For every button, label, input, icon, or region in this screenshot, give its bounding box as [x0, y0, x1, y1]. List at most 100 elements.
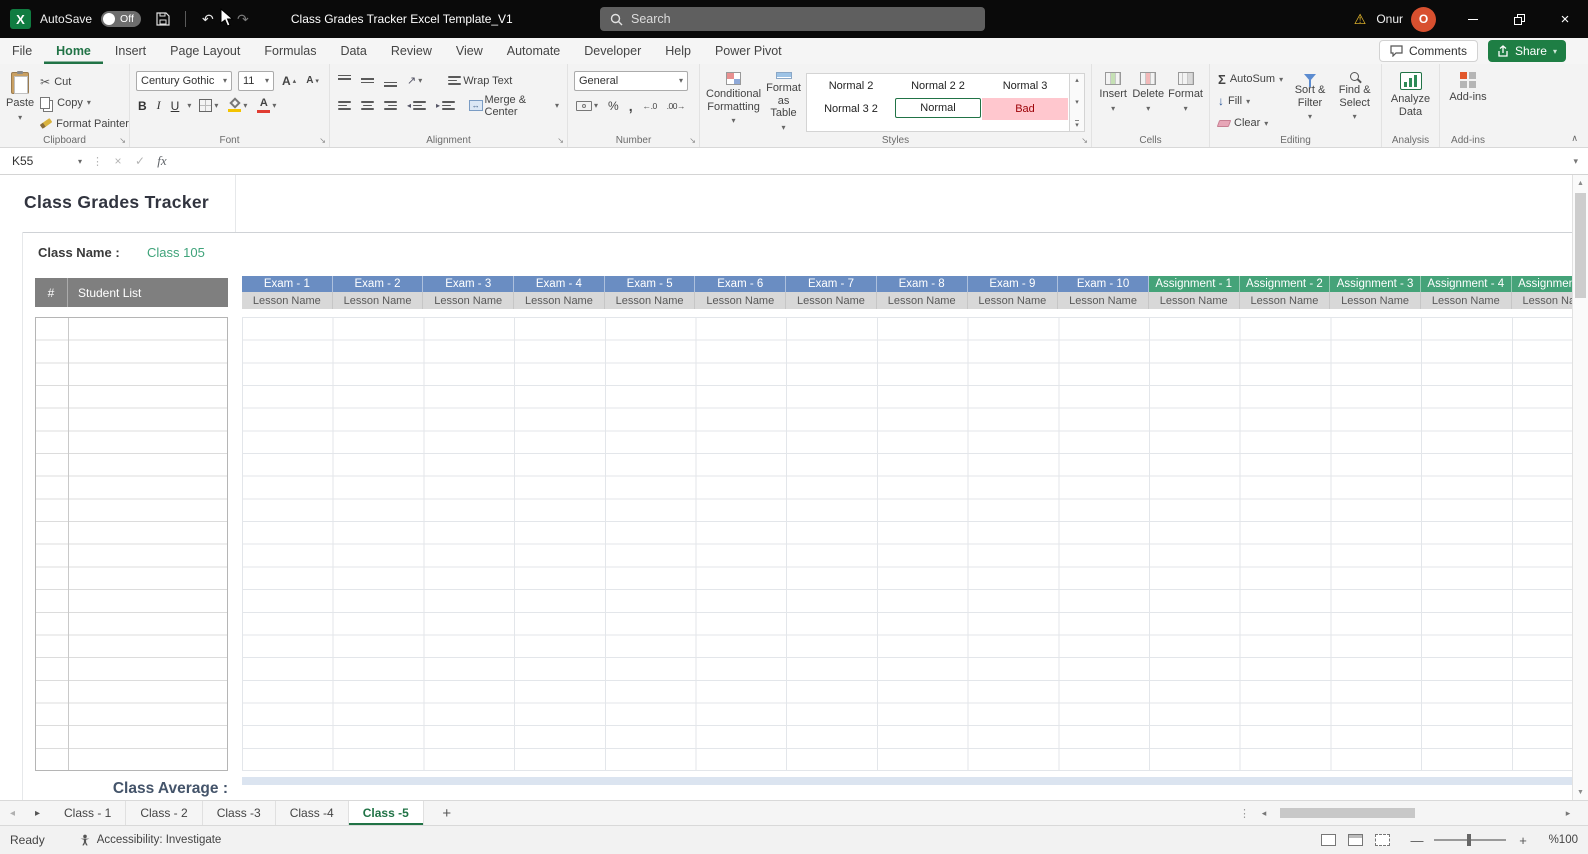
ribbon-tab-view[interactable]: View: [444, 38, 495, 64]
new-sheet-button[interactable]: +: [436, 805, 458, 822]
format-as-table-button[interactable]: Format as Table ▾: [765, 68, 802, 132]
increase-indent-button[interactable]: ▸: [434, 98, 457, 113]
zoom-in-button[interactable]: +: [1516, 833, 1530, 848]
autosave-toggle[interactable]: Off: [101, 11, 141, 27]
align-center-button[interactable]: [359, 98, 376, 113]
styles-dialog-launcher[interactable]: ↘: [1081, 136, 1088, 145]
scroll-up-icon[interactable]: ▲: [1573, 175, 1588, 191]
style-bad[interactable]: Bad: [982, 98, 1068, 120]
horizontal-scrollbar-thumb[interactable]: [1280, 808, 1415, 818]
decrease-decimal-button[interactable]: .00→: [665, 100, 687, 112]
align-middle-button[interactable]: [359, 74, 376, 88]
exam-header[interactable]: Exam - 7: [786, 276, 877, 292]
italic-button[interactable]: I: [155, 97, 163, 114]
increase-decimal-button[interactable]: ←.0: [641, 100, 659, 112]
underline-button[interactable]: U: [169, 98, 182, 114]
student-list-grid[interactable]: [35, 317, 228, 771]
search-box[interactable]: Search: [600, 7, 985, 31]
borders-button[interactable]: ▾: [197, 98, 220, 113]
comma-style-button[interactable]: ,: [627, 97, 635, 115]
lesson-name-cell[interactable]: Lesson Name: [333, 292, 424, 309]
format-cells-button[interactable]: Format ▾: [1168, 68, 1203, 132]
zoom-level[interactable]: %100: [1540, 834, 1578, 846]
enter-button[interactable]: ✓: [129, 154, 151, 168]
sheet-tab-class-1[interactable]: Class - 1: [50, 801, 126, 825]
formula-bar-splitter[interactable]: ⋮: [88, 155, 107, 168]
assignment-header[interactable]: Assignment - 4: [1421, 276, 1512, 292]
assignment-header[interactable]: Assignment - 5: [1512, 276, 1572, 292]
font-dialog-launcher[interactable]: ↘: [319, 136, 326, 145]
exam-header[interactable]: Exam - 5: [605, 276, 696, 292]
page-layout-view-icon[interactable]: [1348, 834, 1363, 846]
underline-dropdown-icon[interactable]: ▾: [187, 101, 191, 110]
lesson-name-cell[interactable]: Lesson Name: [242, 292, 333, 309]
lesson-name-cell[interactable]: Lesson Name: [695, 292, 786, 309]
student-list-header[interactable]: # Student List: [35, 278, 228, 307]
lesson-name-cell[interactable]: Lesson Name: [968, 292, 1059, 309]
lesson-name-cell[interactable]: Lesson Name: [1330, 292, 1421, 309]
cut-button[interactable]: ✂Cut: [38, 73, 131, 90]
warning-icon[interactable]: ⚠: [1354, 11, 1367, 28]
exam-header[interactable]: Exam - 8: [877, 276, 968, 292]
page-break-view-icon[interactable]: [1375, 834, 1390, 846]
maximize-button[interactable]: [1496, 0, 1542, 38]
lesson-name-cell[interactable]: Lesson Name: [1240, 292, 1331, 309]
exam-header[interactable]: Exam - 1: [242, 276, 333, 292]
class-average-row[interactable]: [242, 777, 1572, 785]
lesson-name-cell[interactable]: Lesson Name: [423, 292, 514, 309]
increase-font-size-button[interactable]: A▴: [280, 74, 298, 88]
percent-style-button[interactable]: %: [606, 98, 621, 114]
horizontal-scrollbar[interactable]: ◂ ▸: [1256, 807, 1576, 819]
fill-button[interactable]: ↓Fill▾: [1216, 92, 1286, 110]
scroll-down-icon[interactable]: ▼: [1573, 784, 1588, 800]
ribbon-tab-developer[interactable]: Developer: [572, 38, 653, 64]
lesson-name-cell[interactable]: Lesson Name: [1058, 292, 1149, 309]
alignment-dialog-launcher[interactable]: ↘: [557, 136, 564, 145]
zoom-slider[interactable]: [1434, 839, 1506, 841]
scroll-left-icon[interactable]: ◂: [1256, 808, 1272, 819]
ribbon-tab-automate[interactable]: Automate: [495, 38, 573, 64]
lesson-name-cell[interactable]: Lesson Name: [877, 292, 968, 309]
gallery-expand-icon[interactable]: ▾: [1075, 120, 1079, 129]
lesson-name-cell[interactable]: Lesson Name: [1421, 292, 1512, 309]
autosum-button[interactable]: ΣAutoSum▾: [1216, 70, 1286, 88]
tab-scrollbar-splitter[interactable]: ⋮: [1233, 807, 1256, 820]
font-name-select[interactable]: Century Gothic▾: [136, 71, 232, 91]
delete-cells-button[interactable]: Delete ▾: [1132, 68, 1164, 132]
ribbon-tab-review[interactable]: Review: [379, 38, 444, 64]
ribbon-tab-page-layout[interactable]: Page Layout: [158, 38, 252, 64]
vertical-scrollbar[interactable]: ▲ ▼: [1572, 175, 1588, 800]
paste-button[interactable]: Paste ▾: [6, 68, 34, 132]
font-color-button[interactable]: A ▾: [255, 97, 278, 115]
share-dropdown-icon[interactable]: ▾: [1553, 47, 1557, 56]
exam-header[interactable]: Exam - 2: [333, 276, 424, 292]
style-normal[interactable]: Normal: [895, 98, 981, 118]
exam-header[interactable]: Exam - 3: [423, 276, 514, 292]
share-button[interactable]: Share ▾: [1488, 40, 1566, 62]
cancel-button[interactable]: ×: [107, 154, 129, 168]
style-normal-2[interactable]: Normal 2: [808, 75, 894, 97]
minimize-button[interactable]: [1450, 0, 1496, 38]
comments-button[interactable]: Comments: [1379, 40, 1478, 62]
sheet-tab-class-3[interactable]: Class -3: [203, 801, 276, 825]
style-normal-3-2[interactable]: Normal 3 2: [808, 98, 894, 120]
insert-function-button[interactable]: fx: [151, 153, 173, 169]
formula-bar-expand-icon[interactable]: ▾: [1573, 156, 1588, 167]
style-normal-3[interactable]: Normal 3: [982, 75, 1068, 97]
ribbon-tab-insert[interactable]: Insert: [103, 38, 158, 64]
wrap-text-button[interactable]: Wrap Text: [446, 73, 514, 88]
format-painter-button[interactable]: Format Painter: [38, 115, 131, 132]
name-box[interactable]: K55 ▾: [0, 148, 88, 174]
sheet-tab-class-5[interactable]: Class -5: [349, 801, 424, 825]
horizontal-scrollbar-track[interactable]: [1272, 807, 1560, 819]
exam-header[interactable]: Exam - 10: [1058, 276, 1149, 292]
formula-input[interactable]: [173, 148, 1573, 174]
vertical-scrollbar-thumb[interactable]: [1575, 193, 1586, 298]
align-bottom-button[interactable]: [382, 74, 399, 88]
class-name-value[interactable]: Class 105: [147, 245, 205, 260]
worksheet-grid[interactable]: [242, 317, 1572, 771]
sheet-nav-left-button[interactable]: ◂: [0, 801, 25, 825]
align-top-button[interactable]: [336, 74, 353, 88]
normal-view-icon[interactable]: [1321, 834, 1336, 846]
zoom-out-button[interactable]: —: [1410, 833, 1424, 848]
